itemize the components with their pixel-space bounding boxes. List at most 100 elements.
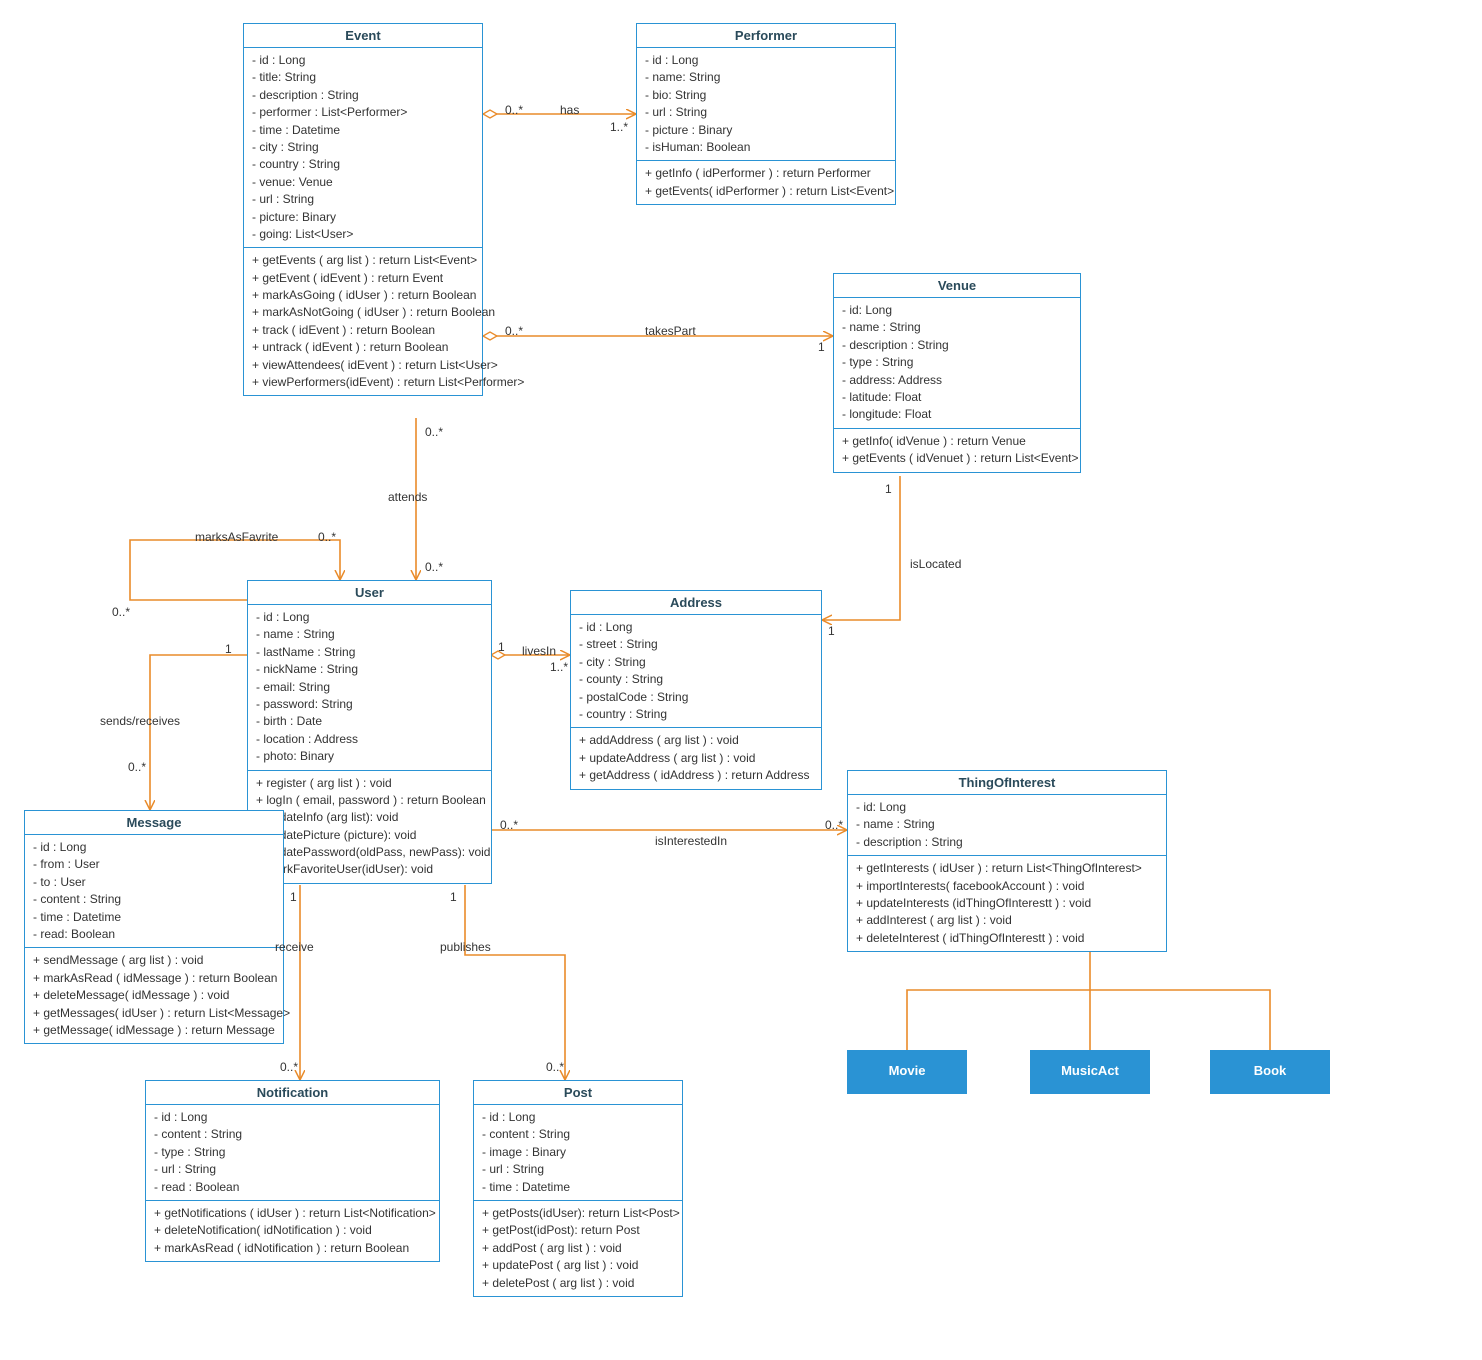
- class-line: + deleteInterest ( idThingOfInterestt ) …: [856, 930, 1158, 947]
- ops: + addAddress ( arg list ) : void+ update…: [571, 728, 821, 788]
- class-line: - id : Long: [154, 1109, 431, 1126]
- class-line: + markAsRead ( idMessage ) : return Bool…: [33, 970, 275, 987]
- attrs: - id : Long- title: String- description …: [244, 48, 482, 248]
- class-line: + markAsNotGoing ( idUser ) : return Boo…: [252, 304, 474, 321]
- attrs: - id : Long- name : String- lastName : S…: [248, 605, 491, 771]
- mult: 1..*: [610, 120, 628, 134]
- class-line: + deleteNotification( idNotification ) :…: [154, 1222, 431, 1239]
- class-line: + updateInfo (arg list): void: [256, 809, 483, 826]
- class-line: - name : String: [856, 816, 1158, 833]
- class-title: Event: [244, 24, 482, 48]
- attrs: - id: Long- name : String- description :…: [834, 298, 1080, 429]
- mult: 0..*: [128, 760, 146, 774]
- rel-sendsreceives: sends/receives: [100, 714, 180, 728]
- class-line: - city : String: [579, 654, 813, 671]
- class-line: - email: String: [256, 679, 483, 696]
- class-line: - latitude: Float: [842, 389, 1072, 406]
- class-line: - url : String: [252, 191, 474, 208]
- class-line: - street : String: [579, 636, 813, 653]
- class-line: - description : String: [252, 87, 474, 104]
- class-line: - picture: Binary: [252, 209, 474, 226]
- mult: 0..*: [425, 560, 443, 574]
- class-line: + viewPerformers(idEvent) : return List<…: [252, 374, 474, 391]
- attrs: - id : Long- content : String- type : St…: [146, 1105, 439, 1201]
- class-line: - photo: Binary: [256, 748, 483, 765]
- class-line: + updateAddress ( arg list ) : void: [579, 750, 813, 767]
- class-line: - image : Binary: [482, 1144, 674, 1161]
- class-line: - id: Long: [842, 302, 1072, 319]
- class-line: - isHuman: Boolean: [645, 139, 887, 156]
- ops: + getInterests ( idUser ) : return List<…: [848, 856, 1166, 951]
- class-line: - nickName : String: [256, 661, 483, 678]
- class-line: - id : Long: [256, 609, 483, 626]
- class-line: + updatePassword(oldPass, newPass): void: [256, 844, 483, 861]
- class-title: Performer: [637, 24, 895, 48]
- class-address: Address - id : Long- street : String- ci…: [570, 590, 822, 790]
- class-line: - content : String: [33, 891, 275, 908]
- class-event: Event - id : Long- title: String- descri…: [243, 23, 483, 396]
- class-line: - city : String: [252, 139, 474, 156]
- class-musicact: MusicAct: [1030, 1050, 1150, 1094]
- mult: 0..*: [505, 324, 523, 338]
- class-title: Notification: [146, 1081, 439, 1105]
- class-line: + addAddress ( arg list ) : void: [579, 732, 813, 749]
- class-line: - content : String: [154, 1126, 431, 1143]
- class-line: + deletePost ( arg list ) : void: [482, 1275, 674, 1292]
- class-line: + viewAttendees( idEvent ) : return List…: [252, 357, 474, 374]
- class-title: Post: [474, 1081, 682, 1105]
- class-line: + getMessage( idMessage ) : return Messa…: [33, 1022, 275, 1039]
- class-line: - url : String: [154, 1161, 431, 1178]
- class-line: - id : Long: [645, 52, 887, 69]
- mult: 0..*: [500, 818, 518, 832]
- class-performer: Performer - id : Long- name: String- bio…: [636, 23, 896, 205]
- class-thingofinterest: ThingOfInterest - id: Long- name : Strin…: [847, 770, 1167, 952]
- class-title: ThingOfInterest: [848, 771, 1166, 795]
- class-line: - password: String: [256, 696, 483, 713]
- class-line: + getMessages( idUser ) : return List<Me…: [33, 1005, 275, 1022]
- ops: + getEvents ( arg list ) : return List<E…: [244, 248, 482, 395]
- class-line: - type : String: [154, 1144, 431, 1161]
- class-line: + updateInterests (idThingOfInterestt ) …: [856, 895, 1158, 912]
- class-line: - url : String: [645, 104, 887, 121]
- mult: 1: [290, 890, 297, 904]
- class-line: - name : String: [256, 626, 483, 643]
- class-line: + getInfo( idVenue ) : return Venue: [842, 433, 1072, 450]
- class-line: - from : User: [33, 856, 275, 873]
- class-line: + getPosts(idUser): return List<Post>: [482, 1205, 674, 1222]
- ops: + getNotifications ( idUser ) : return L…: [146, 1201, 439, 1261]
- attrs: - id : Long- street : String- city : Str…: [571, 615, 821, 728]
- class-line: - country : String: [579, 706, 813, 723]
- class-line: - country : String: [252, 156, 474, 173]
- ops: + getPosts(idUser): return List<Post>+ g…: [474, 1201, 682, 1296]
- mult: 0..*: [280, 1060, 298, 1074]
- rel-attends: attends: [388, 490, 427, 504]
- class-line: - postalCode : String: [579, 689, 813, 706]
- class-line: - content : String: [482, 1126, 674, 1143]
- class-post: Post - id : Long- content : String- imag…: [473, 1080, 683, 1297]
- class-line: + deleteMessage( idMessage ) : void: [33, 987, 275, 1004]
- rel-marksasfavrite: marksAsFavrite: [195, 530, 278, 544]
- class-line: + getInterests ( idUser ) : return List<…: [856, 860, 1158, 877]
- class-line: - name : String: [842, 319, 1072, 336]
- mult: 0..*: [825, 818, 843, 832]
- class-line: + markAsRead ( idNotification ) : return…: [154, 1240, 431, 1257]
- class-line: - id : Long: [482, 1109, 674, 1126]
- class-line: + getInfo ( idPerformer ) : return Perfo…: [645, 165, 887, 182]
- mult: 1: [828, 624, 835, 638]
- class-line: - to : User: [33, 874, 275, 891]
- rel-receive: receive: [275, 940, 314, 954]
- attrs: - id: Long- name : String- description :…: [848, 795, 1166, 856]
- class-line: + getPost(idPost): return Post: [482, 1222, 674, 1239]
- rel-has: has: [560, 103, 579, 117]
- class-line: + sendMessage ( arg list ) : void: [33, 952, 275, 969]
- mult: 1: [498, 640, 505, 654]
- class-title: Venue: [834, 274, 1080, 298]
- class-title: Message: [25, 811, 283, 835]
- class-movie: Movie: [847, 1050, 967, 1094]
- mult: 0..*: [425, 425, 443, 439]
- mult: 0..*: [505, 103, 523, 117]
- attrs: - id : Long- content : String- image : B…: [474, 1105, 682, 1201]
- attrs: - id : Long- from : User- to : User- con…: [25, 835, 283, 948]
- class-line: + markAsGoing ( idUser ) : return Boolea…: [252, 287, 474, 304]
- class-line: - description : String: [842, 337, 1072, 354]
